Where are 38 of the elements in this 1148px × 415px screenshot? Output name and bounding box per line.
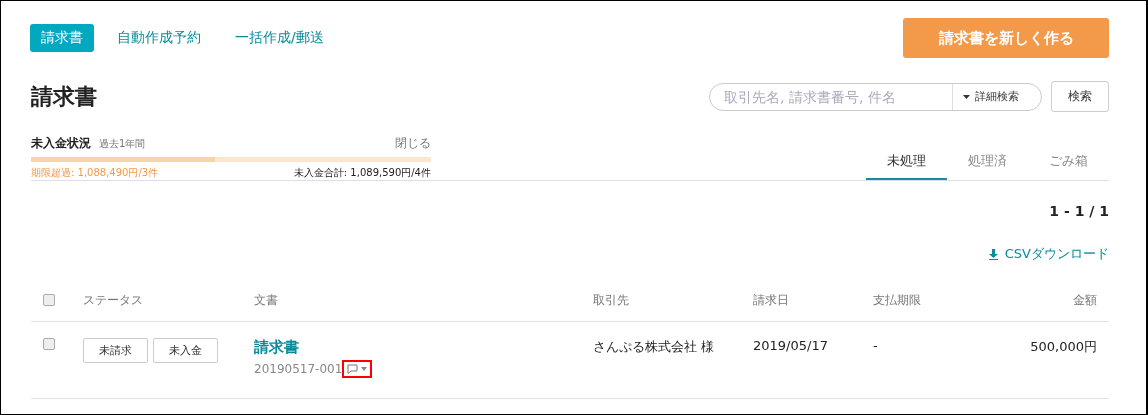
client-name: さんぷる株式会社 様 (593, 338, 716, 356)
document-number: 20190517-001 (254, 362, 343, 376)
list-tab[interactable]: 処理済 (947, 152, 1028, 180)
caret-icon (963, 94, 970, 99)
select-all-checkbox[interactable] (43, 294, 55, 306)
invoice-date: 2019/05/17 (753, 338, 829, 353)
overdue-amount: 期限超過: 1,088,490円/3件 (31, 166, 159, 180)
unpaid-total: 未入金合計: 1,089,590円/4件 (293, 166, 431, 180)
close-link[interactable]: 閉じる (395, 135, 431, 152)
column-header: ステータス (83, 291, 144, 309)
csv-download-link[interactable]: CSVダウンロード (988, 245, 1109, 263)
speech-bubble-icon (347, 364, 359, 374)
advanced-search-button[interactable]: 詳細検索 (952, 83, 1029, 110)
list-tab[interactable]: ごみ箱 (1028, 152, 1109, 180)
column-header: 請求日 (753, 291, 790, 309)
unpaid-status-title: 未入金状況 (31, 136, 91, 150)
list-tab[interactable]: 未処理 (866, 152, 947, 180)
nav-tab[interactable]: 請求書 (30, 24, 94, 52)
search-button[interactable]: 検索 (1051, 81, 1109, 112)
period-label: 過去1年間 (99, 138, 146, 149)
download-icon (988, 248, 998, 260)
caret-icon (361, 367, 368, 371)
create-invoice-button[interactable]: 請求書を新しく作る (903, 18, 1109, 58)
row-checkbox[interactable] (43, 338, 55, 350)
due-date: - (873, 338, 879, 353)
document-link[interactable]: 請求書 (254, 338, 593, 357)
amount: 500,000円 (1029, 338, 1097, 356)
nav-tab[interactable]: 一括作成/郵送 (224, 24, 335, 52)
page-title: 請求書 (31, 82, 97, 111)
status-tag: 未入金 (153, 338, 218, 363)
column-header: 金額 (1072, 291, 1097, 309)
nav-tab[interactable]: 自動作成予約 (106, 24, 212, 52)
column-header: 文書 (254, 291, 279, 309)
comment-button[interactable] (342, 360, 373, 378)
status-tag: 未請求 (83, 338, 148, 363)
pagination-count: 1 - 1 / 1 (1048, 203, 1109, 219)
column-header: 支払期限 (873, 291, 922, 309)
column-header: 取引先 (593, 291, 630, 309)
